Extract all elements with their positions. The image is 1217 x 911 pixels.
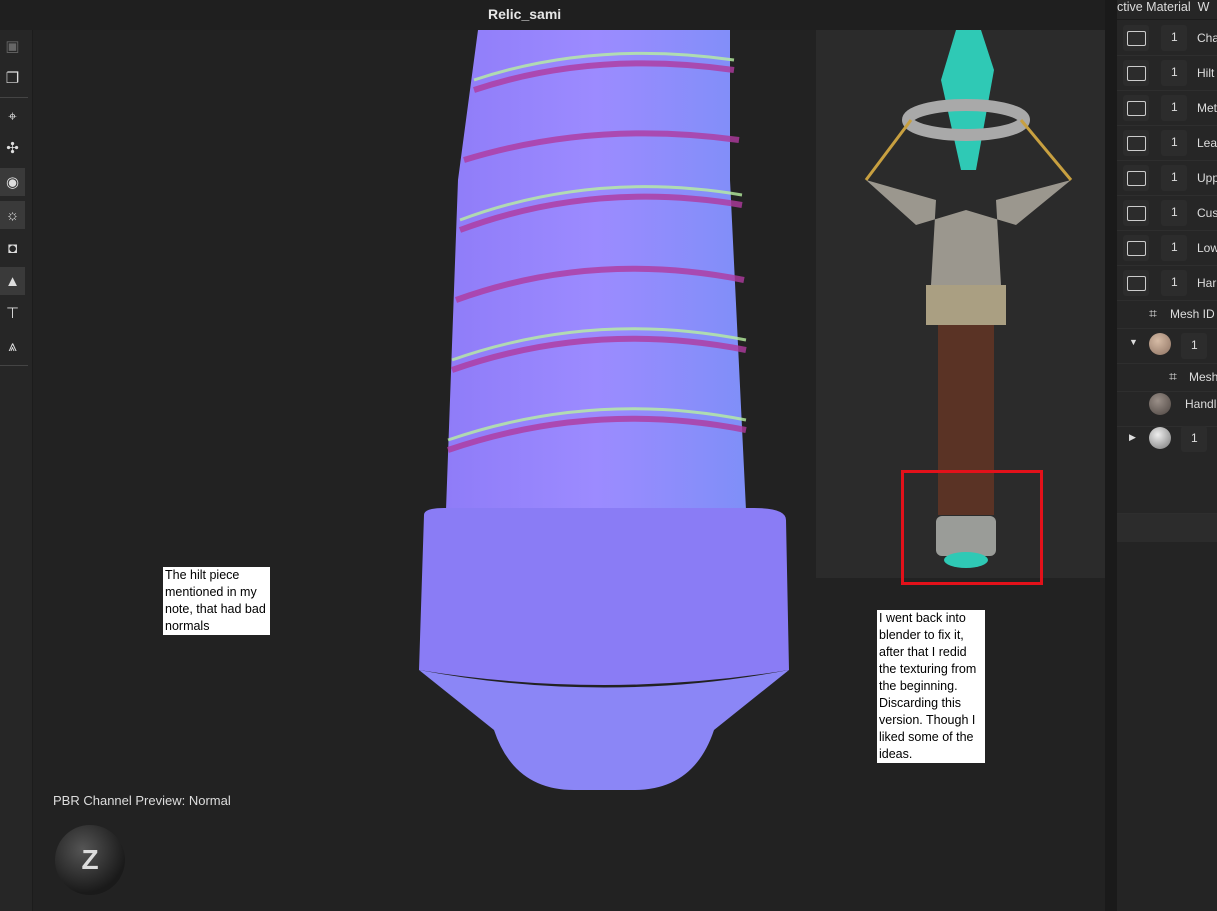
layer-count: 1 xyxy=(1161,270,1187,296)
mask-icon: ⌗ xyxy=(1169,368,1177,384)
layer-folder[interactable]: 1 Cus xyxy=(1117,196,1217,231)
layer-name: Cha xyxy=(1197,31,1217,45)
layer-name: Met xyxy=(1197,101,1217,115)
layer-count: 1 xyxy=(1161,165,1187,191)
layer-folder[interactable]: 1 Cha xyxy=(1117,21,1217,56)
layer-count: 1 xyxy=(1161,200,1187,226)
eye-hidden-icon[interactable]: ◉ xyxy=(0,168,25,196)
material-ball-icon xyxy=(1149,427,1171,449)
title-bar: Relic_sami xyxy=(0,0,1117,30)
crosshair-icon[interactable]: ⌖ xyxy=(0,102,25,130)
folder-icon xyxy=(1123,130,1149,156)
material-ball-icon xyxy=(1149,393,1171,415)
layer-name: Upp xyxy=(1197,171,1217,185)
mask-icon: ⌗ xyxy=(1149,305,1157,321)
environment-icon[interactable]: ▲ xyxy=(0,267,25,295)
mesh-mask[interactable]: ⌗ Mesh xyxy=(1117,364,1217,392)
nodes-icon[interactable]: ✣ xyxy=(0,134,25,162)
window-title: Relic_sami xyxy=(488,6,562,22)
layer-folder[interactable]: 1 Met xyxy=(1117,91,1217,126)
layer-fill[interactable]: ▼ 1 xyxy=(1117,329,1217,364)
layer-name: Lea xyxy=(1197,136,1217,150)
layer-count: 1 xyxy=(1181,333,1207,359)
divider xyxy=(0,97,28,98)
layer-folder[interactable]: 1 Upp xyxy=(1117,161,1217,196)
mask-label: Mesh ID xyxy=(1170,307,1215,321)
layer-count: 1 xyxy=(1181,426,1207,452)
bake-icon[interactable]: ⩓ xyxy=(0,332,25,360)
expand-arrow-icon[interactable]: ▶ xyxy=(1129,432,1136,443)
clipboard-icon[interactable]: ❐ xyxy=(0,64,25,92)
nav-cube-label: Z xyxy=(81,844,99,875)
collapse-arrow-icon[interactable]: ▼ xyxy=(1129,337,1138,347)
layer-count: 1 xyxy=(1161,95,1187,121)
panel-splitter[interactable] xyxy=(1105,0,1117,911)
layer-folder[interactable]: 1 Har xyxy=(1117,266,1217,301)
presentation-icon[interactable]: ⊤ xyxy=(0,299,25,327)
layer-name: Low xyxy=(1197,241,1217,255)
layer-count: 1 xyxy=(1161,130,1187,156)
layer-name: Har xyxy=(1197,276,1217,290)
folder-icon xyxy=(1123,95,1149,121)
folder-icon xyxy=(1123,25,1149,51)
layer-count: 1 xyxy=(1161,25,1187,51)
layer-name: Hilt xyxy=(1197,66,1215,80)
layer-name: Handl xyxy=(1185,397,1217,411)
divider xyxy=(0,365,28,366)
layer-name: Cus xyxy=(1197,206,1217,220)
camera-icon[interactable]: ◘ xyxy=(0,234,25,262)
folder-icon xyxy=(1123,60,1149,86)
folder-icon xyxy=(1123,270,1149,296)
left-toolbar: ▣ ❐ ⌖ ✣ ◉ ☼ ◘ ▲ ⊤ ⩓ xyxy=(0,30,33,911)
layer-count: 1 xyxy=(1161,235,1187,261)
layer-folder[interactable]: 1 Low xyxy=(1117,231,1217,266)
note-right: I went back into blender to fix it, afte… xyxy=(877,610,985,763)
properties-panel xyxy=(1117,542,1217,911)
layer-count: 1 xyxy=(1161,60,1187,86)
note-left: The hilt piece mentioned in my note, tha… xyxy=(163,567,270,635)
tab-active-material[interactable]: ctive Material xyxy=(1117,0,1191,14)
save-icon[interactable]: ▣ xyxy=(0,32,25,60)
layer-folder[interactable]: 1 Hilt xyxy=(1117,56,1217,91)
material-ball-icon xyxy=(1149,333,1171,355)
channel-preview-label: PBR Channel Preview: Normal xyxy=(53,793,231,808)
tab-w[interactable]: W xyxy=(1198,0,1210,14)
highlight-box xyxy=(901,470,1043,585)
layers-panel: ctive Material W 1 Cha 1 Hilt 1 Met 1 Lea 1U… xyxy=(1117,0,1217,911)
folder-icon xyxy=(1123,200,1149,226)
mesh-id-mask[interactable]: ⌗ Mesh ID xyxy=(1117,301,1217,329)
folder-icon xyxy=(1123,235,1149,261)
mask-label: Mesh xyxy=(1189,370,1217,384)
navigation-gizmo[interactable]: Z xyxy=(55,825,125,895)
light-icon[interactable]: ☼ xyxy=(0,201,25,229)
layer-folder[interactable]: 1 Lea xyxy=(1117,126,1217,161)
folder-icon xyxy=(1123,165,1149,191)
panel-header: ctive Material W xyxy=(1117,0,1217,20)
layer-fill[interactable]: ▶ 1 xyxy=(1117,422,1217,514)
panel-footer xyxy=(1117,514,1217,542)
